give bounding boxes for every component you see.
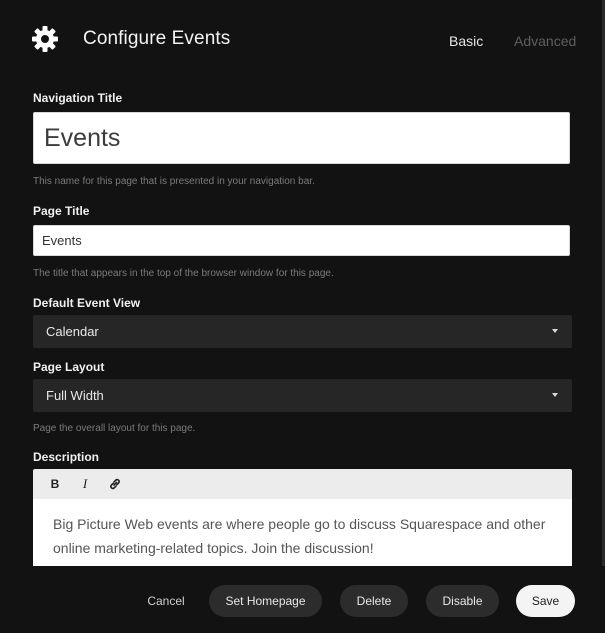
default-event-view-value: Calendar	[46, 324, 99, 339]
disable-button[interactable]: Disable	[426, 585, 499, 617]
cancel-button[interactable]: Cancel	[138, 585, 194, 617]
navigation-title-help: This name for this page that is presente…	[33, 176, 315, 187]
page-layout-value: Full Width	[46, 388, 104, 403]
description-editor[interactable]: Big Picture Web events are where people …	[33, 499, 572, 566]
dialog-header: Configure Events Basic Advanced	[0, 0, 605, 80]
description-toolbar: B I	[33, 469, 572, 499]
chevron-down-icon	[552, 393, 558, 397]
chevron-down-icon	[552, 329, 558, 333]
navigation-title-label: Navigation Title	[33, 91, 123, 105]
gear-icon	[32, 26, 58, 52]
page-title-label: Page Title	[33, 204, 90, 218]
tab-advanced[interactable]: Advanced	[514, 33, 576, 49]
save-button[interactable]: Save	[516, 585, 575, 617]
dialog-title: Configure Events	[83, 28, 231, 49]
page-layout-select[interactable]: Full Width	[33, 379, 572, 412]
configure-events-dialog: Configure Events Basic Advanced Navigati…	[0, 0, 605, 633]
page-layout-label: Page Layout	[33, 360, 105, 374]
bold-button[interactable]: B	[47, 476, 63, 492]
delete-button[interactable]: Delete	[340, 585, 408, 617]
page-title-help: The title that appears in the top of the…	[33, 268, 334, 279]
navigation-title-input[interactable]	[33, 112, 570, 164]
set-homepage-button[interactable]: Set Homepage	[209, 585, 322, 617]
link-icon[interactable]	[107, 476, 123, 492]
page-title-input[interactable]	[33, 225, 570, 256]
tab-basic[interactable]: Basic	[449, 33, 483, 49]
italic-button[interactable]: I	[77, 476, 93, 492]
default-event-view-select[interactable]: Calendar	[33, 315, 572, 348]
description-label: Description	[33, 450, 100, 464]
page-layout-help: Page the overall layout for this page.	[33, 423, 196, 434]
default-event-view-label: Default Event View	[33, 296, 141, 310]
